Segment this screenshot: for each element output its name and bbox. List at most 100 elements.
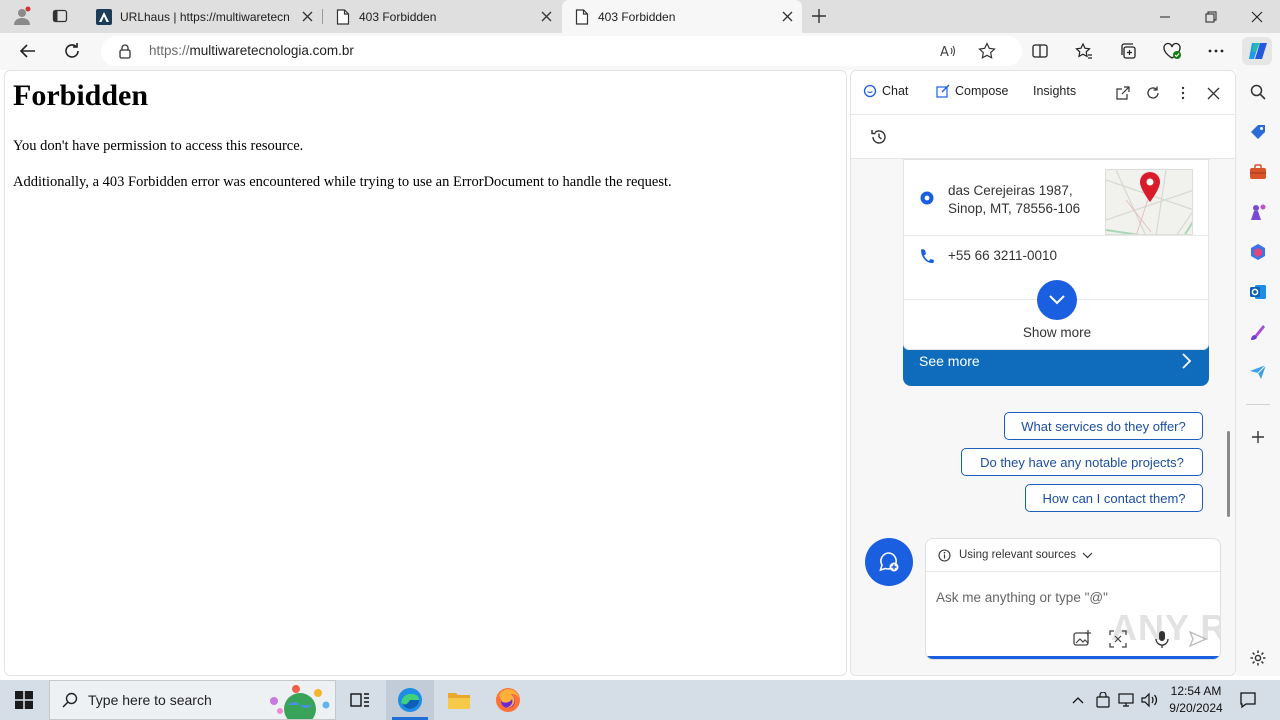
profile-icon[interactable] bbox=[8, 3, 36, 29]
sources-selector[interactable]: Using relevant sources bbox=[926, 539, 1220, 572]
close-tab-icon[interactable] bbox=[781, 10, 794, 23]
copilot-more-icon[interactable] bbox=[1172, 82, 1194, 104]
close-window-icon[interactable] bbox=[1234, 0, 1280, 33]
tab-title: 403 Forbidden bbox=[359, 9, 437, 24]
show-more-label: Show more bbox=[1022, 325, 1092, 340]
show-more-button[interactable] bbox=[1037, 280, 1077, 320]
tools-briefcase-icon[interactable] bbox=[1248, 162, 1268, 182]
divider bbox=[904, 235, 1210, 236]
tab-403-forbidden[interactable]: 403 Forbidden bbox=[323, 0, 561, 33]
system-clock[interactable]: 12:54 AM 9/20/2024 bbox=[1168, 683, 1224, 717]
info-icon bbox=[938, 548, 951, 562]
more-menu-icon[interactable] bbox=[1201, 37, 1231, 65]
show-hidden-icons-icon[interactable] bbox=[1068, 690, 1088, 710]
clock-date: 9/20/2024 bbox=[1169, 701, 1223, 715]
chevron-right-icon[interactable] bbox=[1181, 352, 1193, 370]
network-icon[interactable] bbox=[1116, 690, 1136, 710]
new-chat-icon bbox=[877, 550, 901, 574]
favorites-icon[interactable] bbox=[1069, 37, 1099, 65]
new-tab-icon[interactable] bbox=[805, 3, 833, 29]
tab-title: URLhaus | https://multiwaretecn bbox=[120, 9, 290, 24]
address-bar[interactable]: https://multiwaretecnologia.com.br A bbox=[101, 36, 1022, 66]
refresh-icon[interactable] bbox=[57, 37, 87, 65]
error-document-message: Additionally, a 403 Forbidden error was … bbox=[13, 174, 672, 190]
taskbar-edge-icon[interactable] bbox=[386, 680, 434, 720]
chat-scrollbar[interactable] bbox=[1227, 431, 1230, 517]
search-icon bbox=[62, 692, 78, 708]
page-heading: Forbidden bbox=[13, 79, 149, 112]
copilot-subheader bbox=[851, 115, 1235, 159]
read-aloud-icon[interactable]: A bbox=[939, 42, 957, 60]
task-view-icon[interactable] bbox=[336, 680, 384, 720]
restore-icon[interactable] bbox=[1188, 0, 1234, 33]
search-icon[interactable] bbox=[1248, 82, 1268, 102]
close-tab-icon[interactable] bbox=[301, 10, 314, 23]
back-icon[interactable] bbox=[13, 37, 43, 65]
suggestion-chip-services[interactable]: What services do they offer? bbox=[1004, 412, 1203, 440]
sidebar-settings-icon[interactable] bbox=[1248, 648, 1268, 668]
tab-insights[interactable]: Insights bbox=[1033, 84, 1076, 98]
map-thumbnail[interactable] bbox=[1105, 169, 1193, 235]
favorite-star-icon[interactable] bbox=[978, 42, 996, 60]
suggestion-chip-contact[interactable]: How can I contact them? bbox=[1025, 484, 1203, 512]
firefox-icon[interactable] bbox=[484, 680, 532, 720]
collections-icon[interactable] bbox=[1113, 37, 1143, 65]
tab-urlhaus[interactable]: URLhaus | https://multiwaretecn bbox=[84, 0, 322, 33]
location-pin-icon bbox=[918, 182, 936, 205]
close-tab-icon[interactable] bbox=[540, 10, 553, 23]
games-icon[interactable] bbox=[1248, 202, 1268, 222]
chevron-down-icon bbox=[1048, 294, 1066, 306]
windows-taskbar: Type here to search 12:54 AM 9/20/2024 bbox=[0, 680, 1280, 720]
defender-icon[interactable] bbox=[1093, 690, 1113, 710]
suggestion-chip-projects[interactable]: Do they have any notable projects? bbox=[961, 448, 1203, 476]
tab-compose-label: Compose bbox=[955, 84, 1009, 98]
clock-time: 12:54 AM bbox=[1170, 684, 1222, 698]
history-icon[interactable] bbox=[870, 128, 888, 146]
copilot-icon[interactable] bbox=[1242, 37, 1272, 65]
svg-text:A: A bbox=[940, 45, 949, 60]
tab-actions-icon[interactable] bbox=[46, 3, 74, 29]
notifications-icon[interactable] bbox=[1238, 690, 1258, 710]
tab-chat[interactable]: Chat bbox=[863, 84, 908, 98]
file-explorer-icon[interactable] bbox=[435, 680, 483, 720]
add-sidebar-app-icon[interactable] bbox=[1248, 427, 1268, 447]
web-page: Forbidden You don't have permission to a… bbox=[4, 70, 847, 676]
chevron-down-icon bbox=[1082, 552, 1093, 559]
close-pane-icon[interactable] bbox=[1202, 82, 1224, 104]
phone-icon bbox=[918, 247, 936, 264]
copilot-pane: Chat Compose Insights das Cerejeiras 198… bbox=[850, 70, 1236, 676]
refresh-chat-icon[interactable] bbox=[1142, 82, 1164, 104]
business-card: das Cerejeiras 1987, Sinop, MT, 78556-106 bbox=[903, 159, 1210, 386]
tab-403-forbidden-active[interactable]: 403 Forbidden bbox=[562, 0, 802, 33]
send-to-devices-icon[interactable] bbox=[1248, 362, 1268, 382]
chat-input[interactable]: Ask me anything or type "@" bbox=[936, 590, 1108, 605]
split-screen-icon[interactable] bbox=[1025, 37, 1055, 65]
lock-icon[interactable] bbox=[118, 43, 132, 59]
composer-focus-bar bbox=[926, 656, 1220, 659]
see-more-link[interactable]: See more bbox=[919, 353, 980, 369]
minimize-icon[interactable] bbox=[1142, 0, 1188, 33]
outlook-icon[interactable] bbox=[1248, 282, 1268, 302]
address-line-2: Sinop, MT, 78556-106 bbox=[948, 201, 1081, 216]
open-in-new-icon[interactable] bbox=[1112, 82, 1134, 104]
start-button[interactable] bbox=[0, 680, 48, 720]
search-highlight-icon bbox=[260, 683, 334, 719]
new-topic-button[interactable] bbox=[865, 538, 913, 586]
sources-label: Using relevant sources bbox=[959, 549, 1076, 561]
microphone-icon[interactable] bbox=[1152, 629, 1172, 649]
phone-row[interactable]: +55 66 3211-0010 bbox=[918, 247, 1057, 265]
screenshot-icon[interactable] bbox=[1108, 629, 1128, 649]
tab-chat-label: Chat bbox=[882, 84, 909, 98]
designer-icon[interactable] bbox=[1248, 322, 1268, 342]
url-text: https://multiwaretecnologia.com.br bbox=[149, 43, 354, 58]
send-icon[interactable] bbox=[1188, 629, 1208, 649]
browser-essentials-icon[interactable] bbox=[1157, 37, 1187, 65]
copilot-header: Chat Compose Insights bbox=[851, 71, 1235, 115]
add-image-icon[interactable] bbox=[1072, 629, 1092, 649]
taskbar-search-box[interactable]: Type here to search bbox=[49, 680, 336, 720]
volume-icon[interactable] bbox=[1140, 690, 1160, 710]
tab-compose[interactable]: Compose bbox=[936, 84, 1009, 98]
shopping-tag-icon[interactable] bbox=[1248, 122, 1268, 142]
microsoft-365-icon[interactable] bbox=[1248, 242, 1268, 262]
url-scheme: https:// bbox=[149, 43, 190, 58]
